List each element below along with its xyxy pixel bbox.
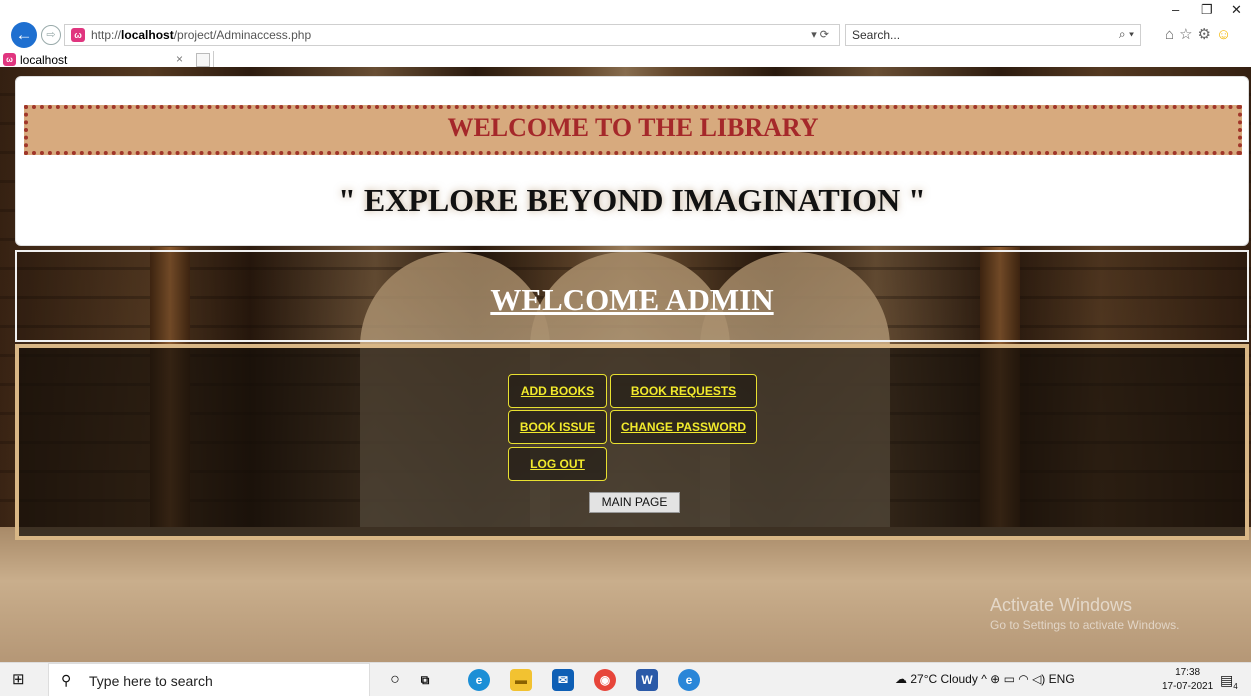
address-url[interactable]: http://localhost/project/Adminaccess.php — [91, 28, 311, 42]
site-favicon-icon: ω — [71, 28, 85, 42]
search-input[interactable] — [846, 25, 1096, 45]
tab-title: localhost — [20, 53, 68, 67]
battery-icon[interactable]: ▭ — [1004, 672, 1015, 686]
tab-favicon-icon: ω — [3, 53, 16, 66]
taskbar-search[interactable]: ⚲ Type here to search — [48, 663, 370, 696]
search-icon[interactable]: ⌕ ▾ — [1119, 27, 1134, 42]
address-bar[interactable]: ω http://localhost/project/Adminaccess.p… — [64, 24, 840, 46]
book-requests-button[interactable]: BOOK REQUESTS — [610, 374, 757, 408]
toolbar-icons: ⌂☆⚙☺ — [1165, 25, 1236, 43]
cortana-icon[interactable]: ○ — [384, 669, 406, 691]
chrome-icon[interactable]: ◉ — [594, 669, 616, 691]
search-icon: ⚲ — [61, 672, 72, 688]
gear-icon[interactable]: ⚙ — [1198, 26, 1216, 43]
activation-watermark-title: Activate Windows — [990, 595, 1133, 615]
chevron-up-icon[interactable]: ^ — [981, 672, 990, 686]
mail-icon[interactable]: ✉ — [552, 669, 574, 691]
library-banner: WELCOME TO THE LIBRARY — [24, 105, 1242, 155]
log-out-button[interactable]: LOG OUT — [508, 447, 607, 481]
browser-search-box[interactable]: ⌕ ▾ — [845, 24, 1141, 46]
task-view-icon[interactable]: ⧉ — [414, 669, 436, 691]
system-tray: ☁ 27°C Cloudy ^ ⊕ ▭ ◠ ◁) ENG — [895, 672, 1075, 686]
refresh-icon[interactable]: ▾ ⟳ — [811, 28, 829, 41]
restore-button[interactable]: ❐ — [1201, 2, 1213, 18]
tab-close-icon[interactable]: × — [176, 52, 183, 66]
add-books-button[interactable]: ADD BOOKS — [508, 374, 607, 408]
browser-chrome: – ❐ ✕ ← ⇨ ω http://localhost/project/Adm… — [0, 0, 1251, 69]
star-icon[interactable]: ☆ — [1179, 26, 1197, 43]
forward-button[interactable]: ⇨ — [41, 25, 61, 45]
change-password-button[interactable]: CHANGE PASSWORD — [610, 410, 757, 444]
tagline: " EXPLORE BEYOND IMAGINATION " — [338, 182, 926, 218]
taskbar-search-placeholder: Type here to search — [89, 673, 213, 689]
close-window-button[interactable]: ✕ — [1231, 2, 1242, 18]
welcome-header: WELCOME TO THE LIBRARY " EXPLORE BEYOND … — [15, 76, 1249, 246]
smiley-icon[interactable]: ☺ — [1216, 26, 1236, 43]
clock-time: 17:38 — [1175, 667, 1201, 678]
admin-title: WELCOME ADMIN — [490, 282, 774, 317]
admin-menu: ADD BOOKS BOOK REQUESTS BOOK ISSUE CHANG… — [15, 344, 1249, 540]
minimize-button[interactable]: – — [1172, 2, 1179, 17]
back-button[interactable]: ← — [11, 22, 37, 48]
activation-watermark-text: Go to Settings to activate Windows. — [990, 618, 1180, 632]
network-icon[interactable]: ⊕ — [990, 672, 1000, 686]
weather-text[interactable]: 27°C Cloudy — [910, 672, 978, 686]
wifi-icon[interactable]: ◠ — [1018, 672, 1028, 686]
notification-icon[interactable]: ▤4 — [1220, 672, 1238, 691]
weather-icon: ☁ — [895, 672, 907, 686]
admin-header: WELCOME ADMIN — [15, 250, 1249, 342]
word-icon[interactable]: W — [636, 669, 658, 691]
windows-taskbar: ⊞ ⚲ Type here to search ○ ⧉ e ▬ ✉ ◉ W e … — [0, 662, 1251, 696]
main-page-button[interactable]: MAIN PAGE — [589, 492, 680, 513]
home-icon[interactable]: ⌂ — [1165, 26, 1179, 43]
language-indicator[interactable]: ENG — [1049, 672, 1075, 686]
internet-explorer-icon[interactable]: e — [678, 669, 700, 691]
clock-date: 17-07-2021 — [1162, 681, 1214, 692]
taskbar-clock[interactable]: 17:38 17-07-2021 — [1162, 666, 1213, 694]
volume-icon[interactable]: ◁) — [1032, 672, 1045, 686]
page-viewport: WELCOME TO THE LIBRARY " EXPLORE BEYOND … — [0, 67, 1251, 662]
notification-count: 4 — [1233, 681, 1238, 691]
book-issue-button[interactable]: BOOK ISSUE — [508, 410, 607, 444]
file-explorer-icon[interactable]: ▬ — [510, 669, 532, 691]
new-tab-button[interactable] — [196, 53, 210, 67]
edge-icon[interactable]: e — [468, 669, 490, 691]
banner-title: WELCOME TO THE LIBRARY — [447, 113, 819, 142]
windows-start-icon[interactable]: ⊞ — [12, 672, 25, 687]
